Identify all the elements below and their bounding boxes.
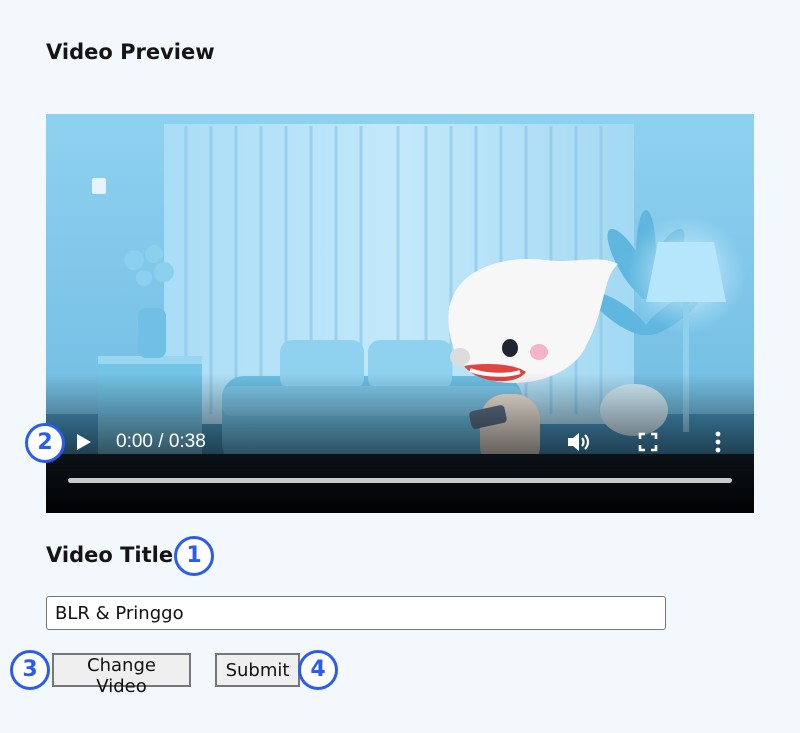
more-options-button[interactable] <box>710 430 726 454</box>
marker-badge-3: 3 <box>10 650 50 690</box>
fullscreen-button[interactable] <box>638 432 658 452</box>
progress-bar[interactable] <box>68 478 732 483</box>
volume-button[interactable] <box>566 430 592 454</box>
change-video-button[interactable]: Change Video <box>52 653 191 697</box>
play-button[interactable] <box>74 432 94 452</box>
time-display: 0:00 / 0:38 <box>116 431 206 452</box>
marker-badge-4: 4 <box>298 650 338 690</box>
marker-badge-2: 2 <box>25 423 65 463</box>
video-title-input[interactable] <box>46 596 666 630</box>
volume-icon <box>568 433 590 451</box>
marker-badge-1: 1 <box>174 536 214 576</box>
video-player[interactable]: 0:00 / 0:38 <box>46 114 754 513</box>
submit-button[interactable]: Submit <box>215 653 300 687</box>
more-options-icon <box>715 431 721 453</box>
fullscreen-icon <box>638 432 658 452</box>
play-icon <box>77 434 91 450</box>
video-title-heading: Video Title <box>46 543 174 567</box>
video-preview-heading: Video Preview <box>46 40 215 64</box>
